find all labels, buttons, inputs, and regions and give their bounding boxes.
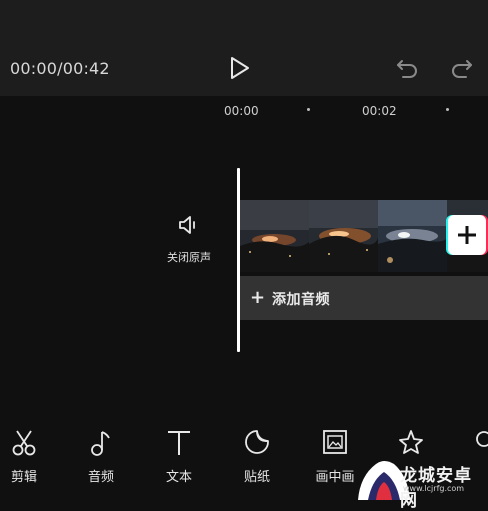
ruler-tick-dot bbox=[446, 108, 449, 111]
tool-audio-button[interactable] bbox=[71, 428, 131, 462]
time-display: 00:00/00:42 bbox=[10, 59, 110, 78]
speaker-mute-icon bbox=[179, 216, 195, 234]
tool-text-button[interactable] bbox=[149, 428, 209, 462]
plus-icon: + bbox=[250, 287, 266, 308]
tool-audio-label: 音频 bbox=[87, 470, 114, 485]
tool-edit-label: 剪辑 bbox=[10, 470, 37, 485]
ruler-tick-label: 00:00 bbox=[224, 104, 259, 118]
ruler-tick-label: 00:02 bbox=[362, 104, 397, 118]
play-icon[interactable] bbox=[229, 56, 251, 80]
ruler-tick-dot bbox=[307, 108, 310, 111]
watermark-url: www.lcjrfg.com bbox=[403, 484, 465, 493]
playhead[interactable] bbox=[237, 168, 240, 352]
add-clip-button[interactable] bbox=[446, 215, 488, 255]
redo-icon[interactable] bbox=[450, 57, 474, 79]
sticker-icon bbox=[245, 430, 269, 454]
picture-in-picture-icon bbox=[323, 430, 347, 454]
video-thumbnail bbox=[309, 200, 379, 272]
add-audio-label: 添加音频 bbox=[272, 292, 330, 308]
top-bar bbox=[0, 0, 488, 96]
mute-original-button[interactable] bbox=[162, 213, 216, 241]
tool-edit-button[interactable] bbox=[0, 428, 54, 462]
mute-original-label: 关闭原声 bbox=[167, 251, 211, 264]
video-thumbnail bbox=[378, 200, 448, 272]
tool-sticker-label: 贴纸 bbox=[243, 470, 270, 485]
effects-star-icon bbox=[399, 430, 423, 454]
undo-icon[interactable] bbox=[395, 57, 419, 79]
tool-sticker-button[interactable] bbox=[227, 428, 287, 462]
filter-icon bbox=[476, 431, 488, 447]
video-thumbnail bbox=[240, 200, 310, 272]
text-icon bbox=[168, 431, 190, 455]
tool-text-label: 文本 bbox=[165, 470, 192, 485]
music-note-icon bbox=[91, 431, 110, 456]
scissors-icon bbox=[12, 430, 36, 456]
